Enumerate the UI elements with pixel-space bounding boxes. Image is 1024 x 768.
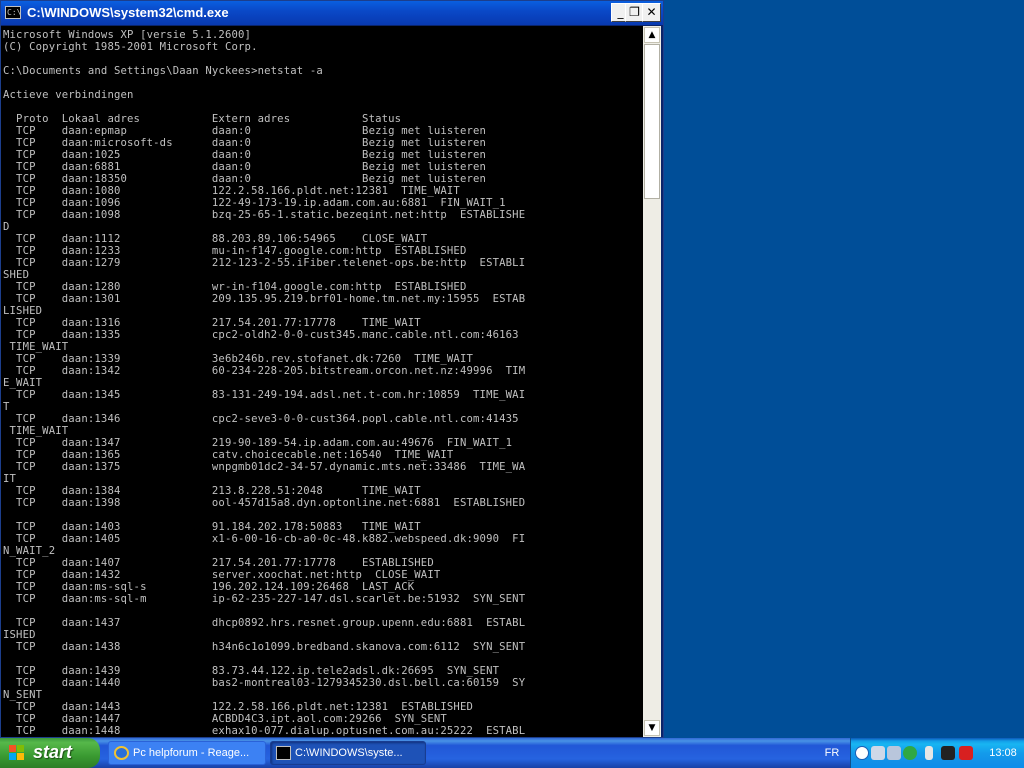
scroll-up-button[interactable]: ▲	[644, 27, 660, 43]
windows-logo-icon	[9, 745, 25, 761]
clock[interactable]: 13:08	[983, 738, 1023, 768]
close-button[interactable]: ✕	[642, 3, 661, 22]
start-button[interactable]: start	[0, 738, 100, 768]
refresh-icon[interactable]	[903, 746, 917, 760]
users-icon[interactable]	[871, 746, 885, 760]
dog-icon[interactable]	[941, 746, 955, 760]
window-title: C:\WINDOWS\system32\cmd.exe	[27, 5, 229, 20]
network-users-icon[interactable]	[887, 746, 901, 760]
internet-explorer-icon	[114, 746, 129, 760]
cmd-window-icon[interactable]: C:\	[5, 6, 21, 19]
microphone-icon[interactable]	[925, 746, 933, 760]
scroll-thumb[interactable]	[644, 44, 660, 199]
taskbar-item-browser[interactable]: Pc helpforum - Reage...	[108, 741, 266, 765]
window-titlebar[interactable]: C:\ C:\WINDOWS\system32\cmd.exe _ ❐ ✕	[1, 1, 663, 25]
console-output: Microsoft Windows XP [versie 5.1.2600] (…	[3, 29, 526, 737]
taskbar-item-label: Pc helpforum - Reage...	[133, 747, 250, 759]
cmd-icon	[276, 746, 291, 760]
taskbar-item-cmd[interactable]: C:\WINDOWS\syste...	[270, 741, 426, 765]
taskbar: start Pc helpforum - Reage... C:\WINDOWS…	[0, 738, 1024, 768]
scroll-down-button[interactable]: ▼	[644, 720, 660, 736]
show-hidden-icons-icon[interactable]	[855, 746, 869, 760]
cmd-window: C:\ C:\WINDOWS\system32\cmd.exe _ ❐ ✕ Mi…	[0, 0, 664, 738]
console-area[interactable]: Microsoft Windows XP [versie 5.1.2600] (…	[1, 26, 643, 737]
start-label: start	[33, 742, 73, 762]
vertical-scrollbar[interactable]: ▲ ▼	[643, 26, 661, 737]
taskbar-item-label: C:\WINDOWS\syste...	[295, 747, 403, 759]
system-tray: 13:08	[850, 738, 1024, 768]
language-indicator[interactable]: FR	[812, 738, 852, 768]
antivirus-icon[interactable]	[959, 746, 973, 760]
